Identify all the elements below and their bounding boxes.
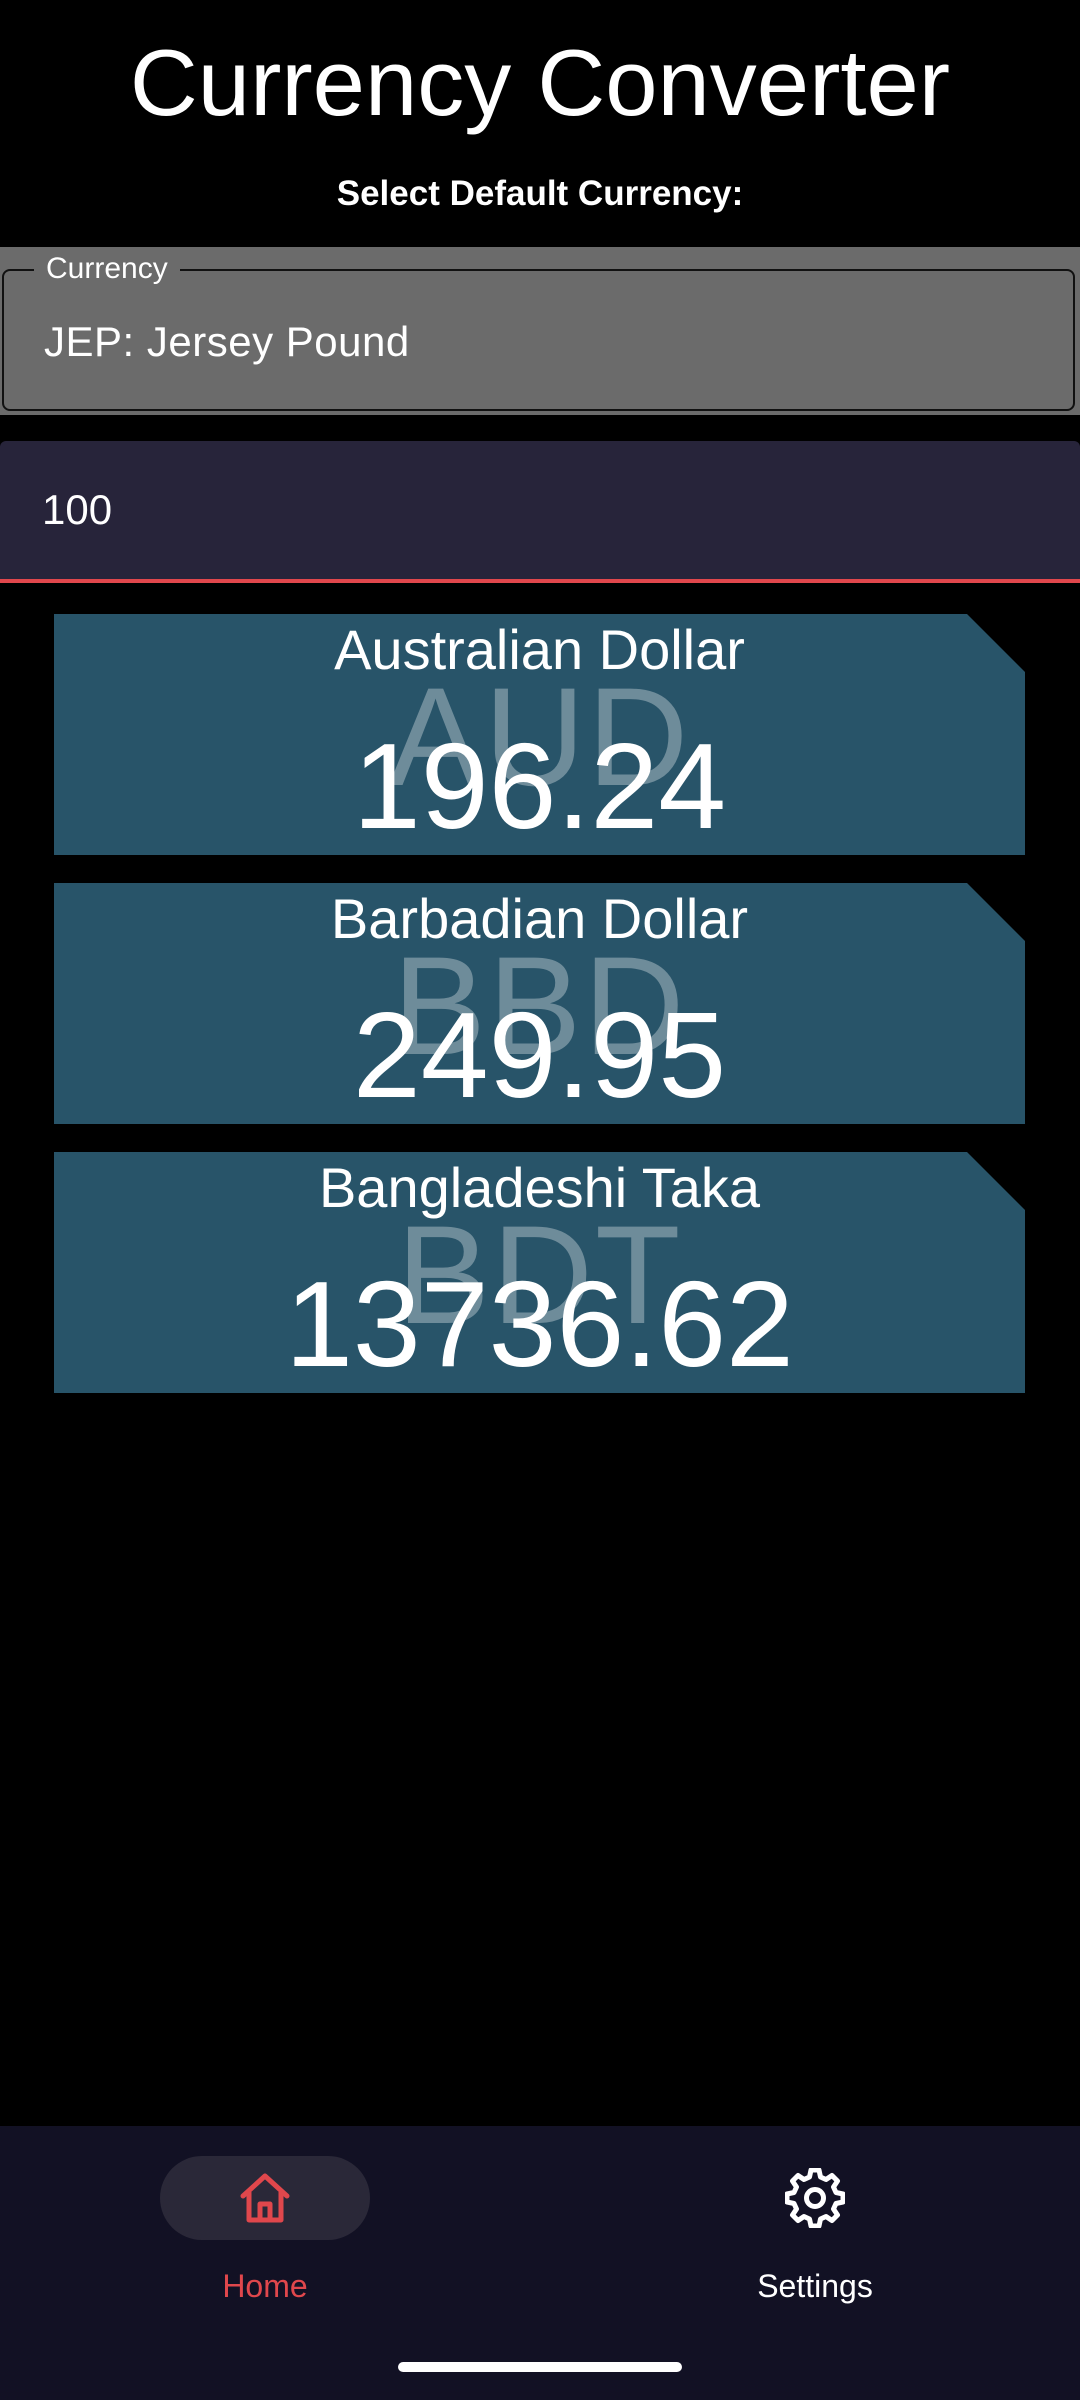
nav-item-settings[interactable]: Settings xyxy=(685,2156,945,2316)
currency-name: Bangladeshi Taka xyxy=(318,1156,761,1219)
currency-name: Australian Dollar xyxy=(334,618,745,681)
currency-select-container: Currency JEP: Jersey Pound xyxy=(0,247,1080,415)
page-title: Currency Converter xyxy=(129,30,951,135)
nav-label-home: Home xyxy=(222,2268,308,2304)
amount-value: 100 xyxy=(42,486,113,533)
currency-selected-value: JEP: Jersey Pound xyxy=(44,318,410,365)
nav-item-home[interactable]: Home xyxy=(135,2156,395,2316)
gear-icon xyxy=(785,2168,845,2228)
currency-dropdown[interactable]: Currency JEP: Jersey Pound xyxy=(2,251,1075,411)
home-icon xyxy=(240,2173,290,2223)
nav-label-settings: Settings xyxy=(757,2268,873,2304)
default-currency-prompt: Select Default Currency: xyxy=(336,174,744,213)
bottom-navigation: Home Settings xyxy=(0,2126,1080,2400)
conversion-card: BDT Bangladeshi Taka 13736.62 xyxy=(54,1152,1025,1393)
converted-value: 249.95 xyxy=(352,987,727,1123)
converted-value: 13736.62 xyxy=(285,1256,794,1392)
conversion-card: AUD Australian Dollar 196.24 xyxy=(54,614,1025,855)
amount-input-field[interactable]: 100 xyxy=(0,441,1080,583)
conversion-card: BBD Barbadian Dollar 249.95 xyxy=(54,883,1025,1124)
currency-name: Barbadian Dollar xyxy=(330,887,749,950)
converted-value: 196.24 xyxy=(352,718,727,854)
currency-field-label: Currency xyxy=(34,251,180,287)
gesture-navigation-bar[interactable] xyxy=(398,2362,682,2372)
